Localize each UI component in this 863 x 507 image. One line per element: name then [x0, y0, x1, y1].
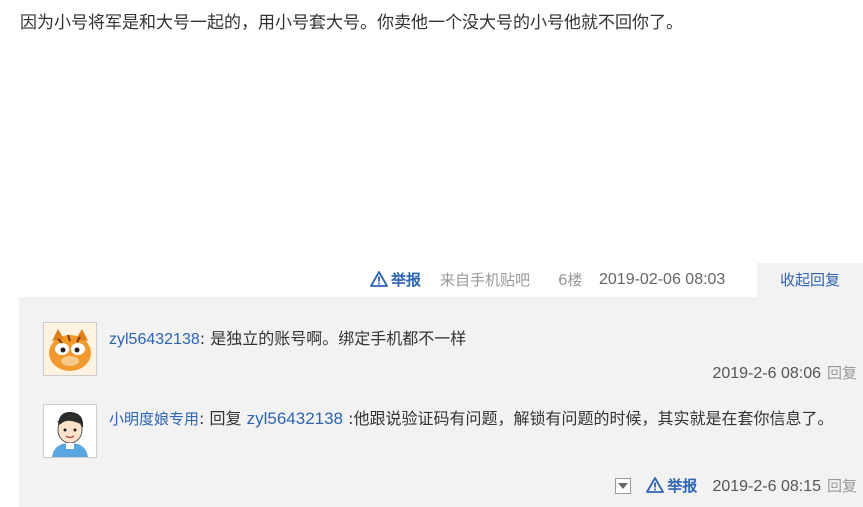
avatar[interactable] — [43, 322, 97, 376]
warning-triangle-icon — [646, 477, 665, 499]
reply-button[interactable]: 回复 — [827, 364, 857, 382]
reply-list: zyl56432138: 是独立的账号啊。绑定手机都不一样 2019-2-6 0… — [19, 297, 863, 507]
reply-meta: 2019-2-6 08:06 回复 — [712, 362, 857, 385]
boy-avatar-icon — [44, 405, 96, 457]
reply-username[interactable]: zyl56432138 — [109, 331, 200, 348]
collapse-replies-button[interactable]: 收起回复 — [757, 263, 863, 297]
report-link[interactable]: 举报 — [370, 269, 421, 293]
post-content: 因为小号将军是和大号一起的，用小号套大号。你卖他一个没大号的小号他就不回你了。 — [20, 13, 683, 33]
reply-body: zyl56432138: 是独立的账号啊。绑定手机都不一样 — [109, 325, 857, 354]
reply-target-username[interactable]: zyl56432138 — [247, 409, 343, 428]
reply-meta: 举报 2019-2-6 08:15 回复 — [614, 475, 857, 499]
reply-time: 2019-2-6 08:15 — [712, 478, 821, 495]
reply-text: 是独立的账号啊。绑定手机都不一样 — [205, 329, 467, 348]
post-tail: 举报 来自手机贴吧 6楼 2019-02-06 08:03 收起回复 — [0, 263, 863, 297]
reply-body: 小明度娘专用: 回复 zyl56432138 :他跟说验证码有问题，解锁有问题的… — [109, 405, 857, 433]
dropdown-arrow-icon[interactable] — [614, 478, 631, 494]
reply-prefix: 回复 — [204, 409, 247, 428]
cat-avatar-icon — [44, 323, 96, 375]
reply-report-link[interactable]: 举报 — [641, 477, 702, 495]
reply-button[interactable]: 回复 — [827, 477, 857, 495]
post-source: 来自手机贴吧 — [440, 271, 531, 289]
avatar[interactable] — [43, 404, 97, 458]
reply-text: :他跟说验证码有问题，解锁有问题的时候，其实就是在套你信息了。 — [343, 409, 834, 428]
floor-number: 6楼 — [558, 271, 583, 289]
report-label: 举报 — [667, 477, 698, 495]
reply-time: 2019-2-6 08:06 — [712, 365, 821, 382]
report-label: 举报 — [391, 271, 422, 289]
post-time: 2019-02-06 08:03 — [599, 271, 726, 288]
reply-username[interactable]: 小明度娘专用 — [109, 410, 199, 428]
warning-triangle-icon — [370, 271, 388, 293]
